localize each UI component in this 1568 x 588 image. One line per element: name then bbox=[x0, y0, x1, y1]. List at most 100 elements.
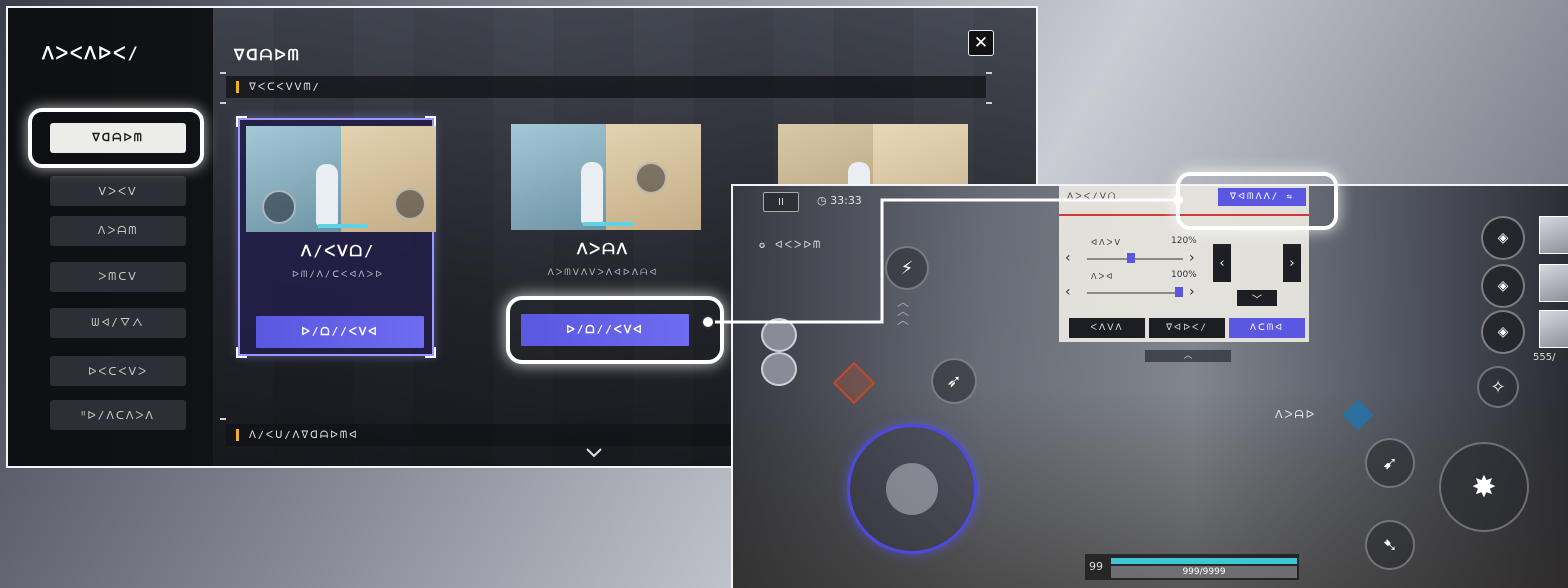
divider-dash bbox=[986, 102, 992, 104]
party-portrait-2[interactable] bbox=[761, 352, 797, 386]
chevron-left-icon[interactable]: ‹ bbox=[1065, 284, 1071, 300]
diamond-emblem-icon: ◈ bbox=[1497, 324, 1509, 340]
chevron-up-icon: ︿ bbox=[1145, 350, 1231, 362]
bottom-section-label: ᐱ/ᐸᑌ/ᐱᐁᗡᗩᐅᗰᐊ bbox=[249, 429, 359, 441]
divider-dash bbox=[220, 418, 226, 420]
chevron-right-icon[interactable]: › bbox=[1189, 250, 1195, 266]
layout-preview-image bbox=[511, 124, 701, 230]
weapon-skill-button[interactable]: ➶ bbox=[931, 358, 977, 404]
clock-icon: ◷ bbox=[817, 194, 831, 207]
sidebar-item-4[interactable]: ᗯᐊ/ᐁᐱ bbox=[50, 308, 186, 338]
reset-button-highlight-ring bbox=[1176, 172, 1338, 230]
section-marker bbox=[236, 429, 239, 441]
divider-dash bbox=[220, 72, 226, 74]
prev-element-button[interactable]: ‹ bbox=[1213, 244, 1231, 282]
character-figure bbox=[316, 164, 338, 226]
character-portrait-2[interactable] bbox=[1539, 264, 1568, 302]
next-element-button[interactable]: › bbox=[1283, 244, 1301, 282]
layout-tab-1[interactable]: ᐸᐱᐯᐱ bbox=[1069, 318, 1145, 338]
sidebar-highlight-ring bbox=[28, 108, 204, 168]
slider-track[interactable] bbox=[1087, 292, 1183, 294]
layout-tabs: ᐸᐱᐯᐱ ᐁᐊᐅᐸ/ ᐱᑕᗰᐊ bbox=[1069, 318, 1305, 338]
diamond-emblem-icon: ◈ bbox=[1497, 230, 1509, 246]
panel-title: ᐁᗡᗩᐅᗰ bbox=[234, 46, 301, 64]
divider-dash bbox=[220, 102, 226, 104]
layout-card-subtitle: ᐱᐳᗰᐯᐱᐯᐳᐱᐊᐅᐱᗩᐊ bbox=[547, 268, 659, 278]
mission-objective: ✪ ᐊᐸᐳᐅᗰ bbox=[759, 240, 823, 251]
sword-icon bbox=[635, 162, 667, 194]
pause-button[interactable]: II bbox=[763, 192, 799, 212]
element-icon bbox=[1342, 399, 1374, 431]
player-hp-bar: 99 999/9999 bbox=[1085, 554, 1299, 580]
sidebar-item-2[interactable]: ᐱᐳᗩᗰ bbox=[50, 216, 186, 246]
layout-card-subtitle: ᐅᗰ/ᐱ/ᑕᐸᐊᐱᐳᐅ bbox=[291, 270, 385, 280]
chevron-down-icon: ﹀ bbox=[1252, 294, 1262, 306]
bullet-icon: ➶ bbox=[946, 370, 962, 392]
dash-skill-button[interactable]: ⚡ bbox=[885, 246, 929, 290]
sword-icon bbox=[394, 188, 426, 220]
runner-icon: ➷ bbox=[1382, 534, 1398, 556]
movement-joystick[interactable] bbox=[847, 424, 977, 554]
slider-label: ᐊᐱᐳᐯ bbox=[1091, 238, 1122, 247]
character-portrait-3[interactable] bbox=[1539, 310, 1568, 348]
chevron-right-icon: › bbox=[1289, 255, 1295, 271]
sidebar-item-5[interactable]: ᐅᐸᑕᐸᐯᐳ bbox=[50, 356, 186, 386]
attack-button[interactable]: ✸ bbox=[1439, 442, 1529, 532]
chevron-left-icon: ‹ bbox=[1219, 255, 1225, 271]
layout-tab-2[interactable]: ᐁᐊᐅᐸ/ bbox=[1149, 318, 1225, 338]
evade-button[interactable]: ➹ bbox=[1365, 438, 1415, 488]
section-marker bbox=[236, 81, 239, 93]
character-skill-2[interactable]: ◈ bbox=[1481, 264, 1525, 308]
stamina-value: 555/ bbox=[1533, 352, 1556, 363]
layout-card-1[interactable]: ᐱ/ᐸᐯᗝ/ ᐅᗰ/ᐱ/ᑕᐸᐊᐱᐳᐅ ᐅ/ᗝ//ᐸᐯᐊ bbox=[236, 116, 436, 358]
section-header-label: ᐁᐸᑕᐸᐯᐯᗰ/ bbox=[249, 81, 321, 93]
apply-layout-button[interactable]: ᐅ/ᗝ//ᐸᐯᐊ bbox=[256, 316, 424, 348]
apply-button-highlight-ring bbox=[506, 296, 724, 364]
popup-header: ᐱᐳᐸ/ᐯᗝ bbox=[1067, 192, 1118, 202]
diamond-marker-icon bbox=[832, 361, 876, 405]
slider-knob[interactable] bbox=[1127, 253, 1135, 263]
sidebar-item-3[interactable]: ᐳᗰᑕᐯ bbox=[50, 262, 186, 292]
star-icon: ✪ bbox=[759, 240, 776, 251]
slider-track[interactable] bbox=[1087, 258, 1183, 260]
hp-value: 999/9999 bbox=[1111, 566, 1297, 578]
element-label: ᐱᐳᗩᐅ bbox=[1275, 408, 1317, 421]
size-slider[interactable]: ᐊᐱᐳᐯ 120% ‹ › bbox=[1065, 236, 1197, 268]
close-icon: ✕ bbox=[973, 33, 989, 53]
section-header: ᐁᐸᑕᐸᐯᐯᗰ/ bbox=[226, 76, 986, 98]
runner-icon: ⚡ bbox=[900, 257, 914, 279]
emblem-icon: ✧ bbox=[1490, 376, 1506, 398]
sidebar-item-6[interactable]: ᐦᐅ/ᐱᑕᐱᐳᐱ bbox=[50, 400, 186, 430]
layout-card-title: ᐱᐳᗩᐱ bbox=[577, 240, 629, 258]
sidebar-item-1[interactable]: ᐯᐳᐸᐯ bbox=[50, 176, 186, 206]
close-button[interactable]: ✕ bbox=[968, 30, 994, 56]
opacity-slider[interactable]: ᐱᐳᐊ 100% ‹ › bbox=[1065, 270, 1197, 302]
slider-label: ᐱᐳᐊ bbox=[1091, 272, 1115, 281]
layout-tab-3[interactable]: ᐱᑕᗰᐊ bbox=[1229, 318, 1305, 338]
chevron-left-icon[interactable]: ‹ bbox=[1065, 250, 1071, 266]
jump-button[interactable]: ➷ bbox=[1365, 520, 1415, 570]
slider-value: 100% bbox=[1171, 270, 1197, 280]
joystick-preview-icon bbox=[262, 190, 296, 224]
corner-mark bbox=[236, 347, 247, 358]
layout-preview-image bbox=[246, 126, 436, 232]
battle-timer: ◷ 33:33 bbox=[817, 194, 862, 207]
slider-knob[interactable] bbox=[1175, 287, 1183, 297]
chevron-down-icon[interactable] bbox=[585, 444, 603, 463]
chevron-right-icon[interactable]: › bbox=[1189, 284, 1195, 300]
character-skill-1[interactable]: ◈ bbox=[1481, 216, 1525, 260]
collapse-button[interactable]: ﹀ bbox=[1237, 290, 1277, 306]
bullet-icon: ✸ bbox=[1471, 469, 1497, 505]
sidebar-title: ᐱᐳᐸᐱᐅᐸ/ bbox=[42, 44, 140, 64]
runner-icon: ➹ bbox=[1382, 452, 1398, 474]
character-figure bbox=[581, 162, 603, 224]
player-level: 99 bbox=[1089, 560, 1103, 573]
character-skill-3[interactable]: ◈ bbox=[1481, 310, 1525, 354]
joystick-knob[interactable] bbox=[886, 463, 938, 515]
hp-fill bbox=[1111, 558, 1297, 564]
character-portrait-1[interactable] bbox=[1539, 216, 1568, 254]
ultimate-button[interactable]: ✧ bbox=[1477, 366, 1519, 408]
party-portrait-1[interactable] bbox=[761, 318, 797, 352]
divider-dash bbox=[986, 72, 992, 74]
diamond-emblem-icon: ◈ bbox=[1497, 278, 1509, 294]
